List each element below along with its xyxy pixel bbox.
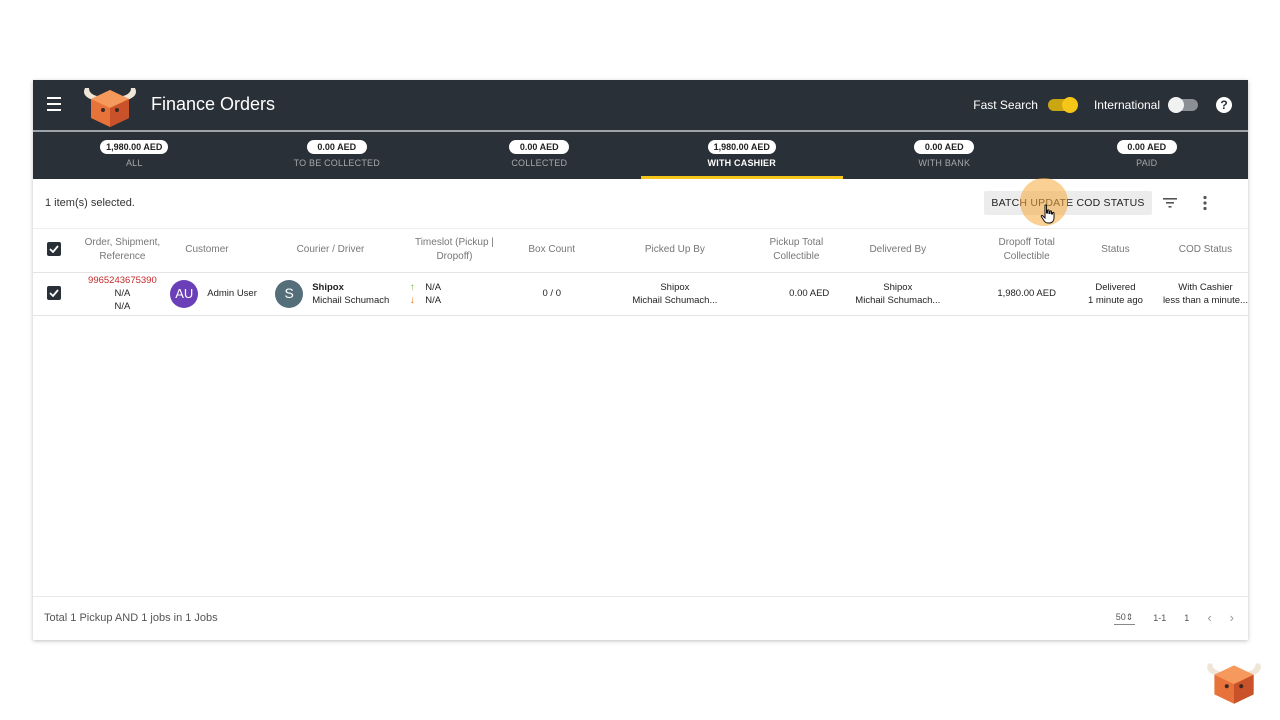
table-footer: Total 1 Pickup AND 1 jobs in 1 Jobs 50⇕ … bbox=[33, 596, 1248, 640]
table-header-row: Order, Shipment, Reference Customer Cour… bbox=[33, 229, 1248, 273]
cod-status-tabs: 1,980.00 AED ALL 0.00 AED TO BE COLLECTE… bbox=[33, 130, 1248, 179]
brand-logo bbox=[84, 88, 136, 127]
cod-status-cell: With Cashier less than a minute... bbox=[1142, 272, 1248, 316]
more-vert-icon[interactable] bbox=[1202, 195, 1208, 211]
dropoff-arrow-icon: ↓ bbox=[409, 294, 415, 306]
picked-up-by-cell: Shipox Michail Schumach... bbox=[592, 272, 718, 316]
box-count-cell: 0 / 0 bbox=[511, 272, 593, 316]
header-delivered-by[interactable]: Delivered By bbox=[835, 229, 941, 273]
rows-per-page-select[interactable]: 50⇕ bbox=[1113, 611, 1136, 625]
cod-status-time: less than a minute... bbox=[1162, 294, 1248, 306]
shipment-value: N/A bbox=[114, 288, 131, 299]
tab-amount: 0.00 AED bbox=[914, 140, 975, 154]
header-cod-status[interactable]: COD Status bbox=[1142, 229, 1248, 273]
row-checkbox[interactable] bbox=[46, 286, 61, 300]
rows-per-page-value: 50 bbox=[1115, 611, 1126, 622]
jobs-summary: Total 1 Pickup AND 1 jobs in 1 Jobs bbox=[44, 612, 218, 624]
pickup-arrow-icon: ↑ bbox=[409, 281, 415, 293]
next-page-icon[interactable]: › bbox=[1230, 610, 1234, 625]
delivered-by-cell: Shipox Michail Schumach... bbox=[835, 272, 941, 316]
pagination: 50⇕ 1-1 1 ‹ › bbox=[1113, 610, 1234, 625]
tab-amount: 0.00 AED bbox=[306, 140, 367, 154]
tab-amount: 1,980.00 AED bbox=[707, 140, 776, 154]
tab-with-cashier[interactable]: 1,980.00 AED WITH CASHIER bbox=[640, 132, 844, 179]
courier-avatar: S bbox=[275, 279, 304, 308]
watermark-logo bbox=[1207, 663, 1261, 704]
tab-all[interactable]: 1,980.00 AED ALL bbox=[33, 132, 236, 179]
check-icon bbox=[49, 289, 59, 297]
orders-table: Order, Shipment, Reference Customer Cour… bbox=[33, 229, 1248, 316]
tab-amount: 0.00 AED bbox=[509, 140, 570, 154]
header-courier[interactable]: Courier / Driver bbox=[263, 229, 398, 273]
courier-cell: S Shipox Michail Schumach bbox=[263, 272, 398, 316]
tab-label: WITH BANK bbox=[918, 158, 971, 168]
tab-label: WITH CASHIER bbox=[707, 158, 776, 168]
fast-search-label: Fast Search bbox=[973, 98, 1038, 112]
selection-count: 1 item(s) selected. bbox=[45, 197, 135, 209]
table-row[interactable]: 9965243675390 N/A N/A AU Admin User S Sh… bbox=[33, 272, 1248, 316]
pickup-total-cell: 0.00 AED bbox=[717, 272, 836, 316]
international-label: International bbox=[1093, 98, 1160, 112]
pickup-slot: N/A bbox=[425, 281, 442, 293]
tab-amount: 1,980.00 AED bbox=[100, 140, 169, 154]
customer-name: Admin User bbox=[207, 288, 257, 299]
selection-toolbar: 1 item(s) selected. BATCH UPDATE COD STA… bbox=[33, 179, 1248, 229]
order-number-link[interactable]: 9965243675390 bbox=[75, 274, 171, 287]
driver-name: Michail Schumach bbox=[312, 294, 390, 306]
select-all-checkbox[interactable] bbox=[46, 242, 61, 257]
page-total: 1 bbox=[1184, 612, 1190, 623]
fast-search-toggle[interactable] bbox=[1047, 97, 1078, 113]
header-controls: Fast Search International ? bbox=[973, 80, 1232, 130]
international-toggle[interactable] bbox=[1168, 97, 1198, 113]
header-pickup-total[interactable]: Pickup Total Collectible bbox=[717, 229, 836, 273]
timeslot-cell: ↑ N/A ↓ N/A bbox=[397, 272, 512, 316]
picked-up-driver: Michail Schumach... bbox=[632, 294, 718, 306]
top-app-bar: Finance Orders Fast Search International… bbox=[33, 80, 1248, 130]
page-title: Finance Orders bbox=[151, 94, 276, 114]
dropoff-slot: N/A bbox=[425, 294, 442, 306]
select-all-cell bbox=[33, 229, 75, 273]
courier-name: Shipox bbox=[312, 281, 344, 293]
header-dropoff-total[interactable]: Dropoff Total Collectible bbox=[940, 229, 1063, 273]
status-cell: Delivered 1 minute ago bbox=[1062, 272, 1143, 316]
header-order[interactable]: Order, Shipment, Reference bbox=[74, 229, 171, 273]
customer-cell: AU Admin User bbox=[170, 272, 264, 316]
delivered-company: Shipox bbox=[883, 281, 913, 293]
status-value: Delivered bbox=[1095, 281, 1136, 293]
dropoff-total-cell: 1,980.00 AED bbox=[940, 272, 1063, 316]
customer-avatar: AU bbox=[170, 279, 199, 308]
tab-label: COLLECTED bbox=[511, 158, 568, 168]
reference-value: N/A bbox=[114, 301, 131, 312]
cod-status-value: With Cashier bbox=[1178, 281, 1233, 293]
status-time: 1 minute ago bbox=[1087, 294, 1143, 306]
tab-collected[interactable]: 0.00 AED COLLECTED bbox=[438, 132, 641, 179]
picked-up-company: Shipox bbox=[660, 281, 690, 293]
tab-label: ALL bbox=[125, 158, 143, 168]
app-window: Finance Orders Fast Search International… bbox=[33, 80, 1248, 640]
header-timeslot[interactable]: Timeslot (Pickup | Dropoff) bbox=[397, 229, 512, 273]
help-icon[interactable]: ? bbox=[1216, 97, 1232, 113]
tab-label: TO BE COLLECTED bbox=[293, 158, 380, 168]
tab-paid[interactable]: 0.00 AED PAID bbox=[1046, 132, 1249, 179]
delivered-driver: Michail Schumach... bbox=[855, 294, 941, 306]
header-customer[interactable]: Customer bbox=[170, 229, 264, 273]
header-status[interactable]: Status bbox=[1062, 229, 1143, 273]
header-picked-up-by[interactable]: Picked Up By bbox=[592, 229, 718, 273]
filter-icon[interactable] bbox=[1162, 196, 1178, 210]
check-icon bbox=[49, 245, 59, 254]
tab-to-be-collected[interactable]: 0.00 AED TO BE COLLECTED bbox=[236, 132, 439, 179]
prev-page-icon[interactable]: ‹ bbox=[1207, 610, 1211, 625]
page-range: 1-1 bbox=[1153, 612, 1167, 623]
tab-amount: 0.00 AED bbox=[1116, 140, 1177, 154]
row-select-cell bbox=[33, 272, 75, 316]
order-cell: 9965243675390 N/A N/A bbox=[74, 272, 171, 316]
tab-with-bank[interactable]: 0.00 AED WITH BANK bbox=[843, 132, 1046, 179]
menu-icon[interactable] bbox=[47, 97, 65, 113]
tab-label: PAID bbox=[1136, 158, 1158, 168]
header-box-count[interactable]: Box Count bbox=[511, 229, 593, 273]
batch-update-cod-status-button[interactable]: BATCH UPDATE COD STATUS bbox=[984, 191, 1152, 215]
